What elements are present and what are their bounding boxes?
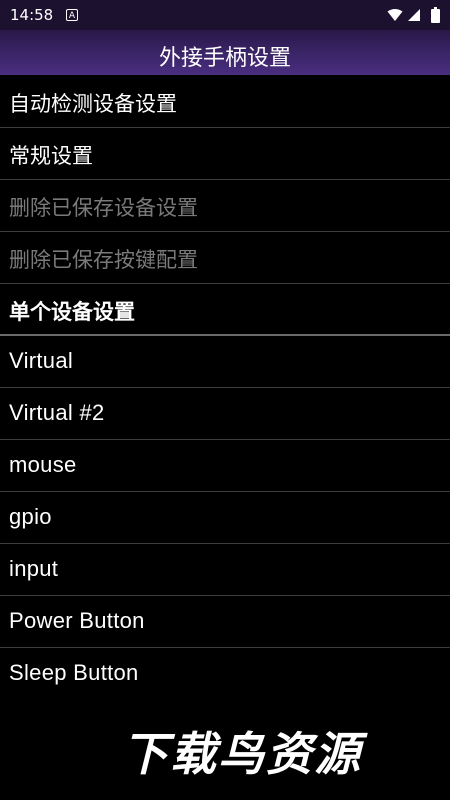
section-header-label: 单个设备设置 xyxy=(9,300,135,324)
device-label: Virtual xyxy=(9,348,74,373)
battery-icon xyxy=(431,7,440,23)
device-item-gpio[interactable]: gpio xyxy=(0,492,450,544)
status-time: 14:58 xyxy=(10,6,54,24)
menu-item-label: 删除已保存按键配置 xyxy=(9,248,198,272)
device-item-power-button[interactable]: Power Button xyxy=(0,596,450,648)
device-label: gpio xyxy=(9,504,52,529)
watermark-logo: 下载鸟资源 xyxy=(122,727,362,781)
notification-icon: A xyxy=(66,9,78,21)
settings-menu: 自动检测设备设置 常规设置 删除已保存设备设置 删除已保存按键配置 单个设备设置… xyxy=(0,76,450,700)
title-bar: 外接手柄设置 xyxy=(0,30,450,75)
status-bar: 14:58 A xyxy=(0,0,450,30)
device-label: Virtual #2 xyxy=(9,400,105,425)
wifi-icon xyxy=(387,9,403,21)
page-title: 外接手柄设置 xyxy=(158,46,291,71)
menu-item-auto-detect[interactable]: 自动检测设备设置 xyxy=(0,76,450,128)
menu-item-general[interactable]: 常规设置 xyxy=(0,128,450,180)
menu-item-delete-key-config: 删除已保存按键配置 xyxy=(0,232,450,284)
device-label: mouse xyxy=(9,452,77,477)
device-item-input[interactable]: input xyxy=(0,544,450,596)
device-label: Sleep Button xyxy=(9,660,139,685)
device-label: input xyxy=(9,556,59,581)
device-item-virtual-2[interactable]: Virtual #2 xyxy=(0,388,450,440)
menu-item-label: 自动检测设备设置 xyxy=(9,92,177,116)
section-header-single-device: 单个设备设置 xyxy=(0,284,450,336)
device-label: Power Button xyxy=(9,608,145,633)
signal-icon xyxy=(408,9,420,21)
menu-item-delete-device-settings: 删除已保存设备设置 xyxy=(0,180,450,232)
device-item-virtual[interactable]: Virtual xyxy=(0,336,450,388)
device-item-sleep-button[interactable]: Sleep Button xyxy=(0,648,450,700)
menu-item-label: 删除已保存设备设置 xyxy=(9,196,198,220)
device-item-mouse[interactable]: mouse xyxy=(0,440,450,492)
menu-item-label: 常规设置 xyxy=(9,144,93,168)
